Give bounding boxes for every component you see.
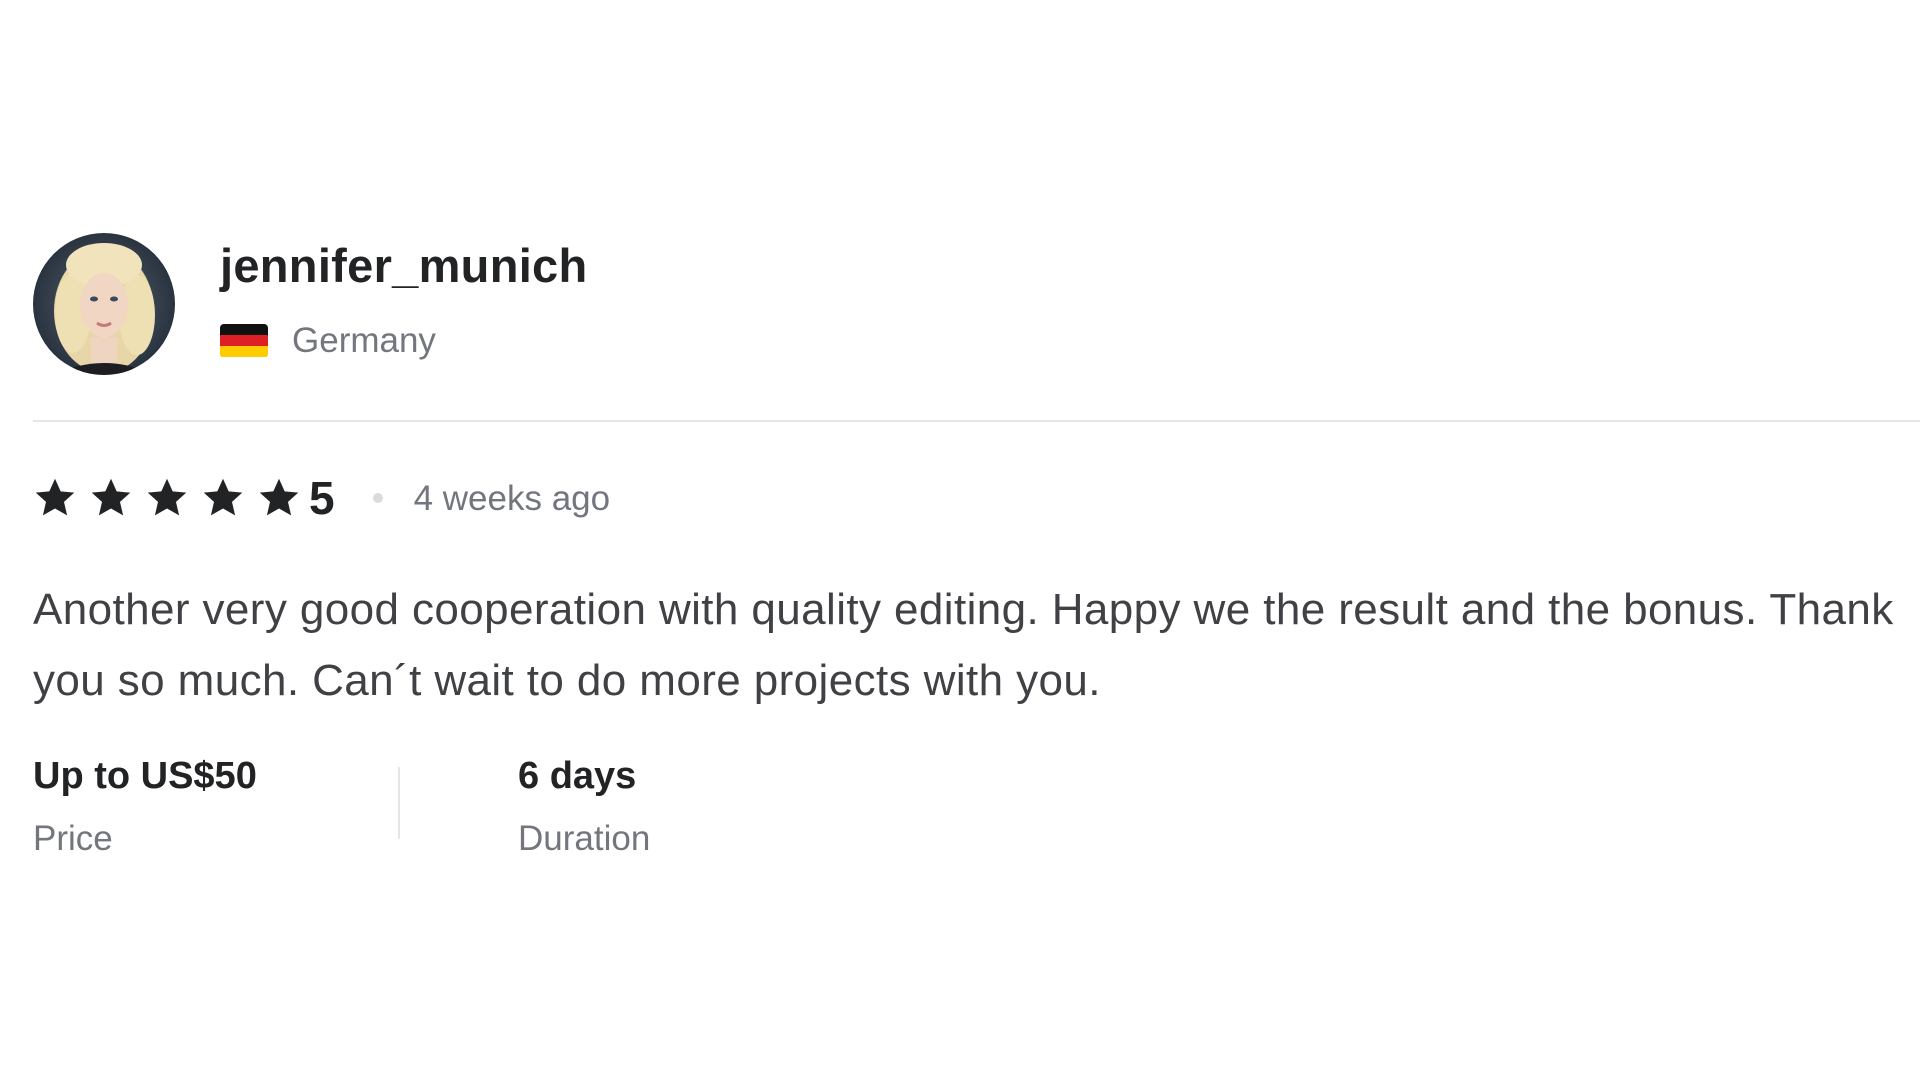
star-icon bbox=[147, 478, 187, 516]
duration-meta: 6 days Duration bbox=[518, 757, 650, 856]
price-value: Up to US$50 bbox=[33, 755, 257, 797]
price-meta: Up to US$50 Price bbox=[33, 757, 398, 856]
star-icon bbox=[91, 478, 131, 516]
reviewer-info: jennifer_munich Germany bbox=[220, 242, 588, 358]
reviewer-country: Germany bbox=[292, 321, 436, 360]
review-meta: Up to US$50 Price 6 days Duration bbox=[33, 757, 1920, 856]
star-icon bbox=[35, 478, 75, 516]
reviewer-username[interactable]: jennifer_munich bbox=[220, 242, 588, 289]
review-text: Another very good cooperation with quali… bbox=[33, 585, 1894, 705]
star-rating bbox=[33, 476, 301, 520]
reviewer-header: jennifer_munich Germany bbox=[33, 233, 1920, 375]
country-row: Germany bbox=[220, 323, 588, 358]
rating-value: 5 bbox=[309, 472, 335, 524]
duration-value: 6 days bbox=[518, 755, 637, 797]
avatar-image bbox=[33, 233, 175, 375]
dot-separator bbox=[372, 493, 383, 503]
duration-label: Duration bbox=[518, 819, 651, 858]
review-card: jennifer_munich Germany 5 4 weeks ago An… bbox=[33, 233, 1920, 856]
header-divider bbox=[33, 420, 1920, 422]
star-icon bbox=[259, 478, 299, 516]
avatar[interactable] bbox=[33, 233, 175, 375]
review-time-ago: 4 weeks ago bbox=[413, 478, 611, 518]
germany-flag-icon bbox=[220, 323, 268, 358]
price-label: Price bbox=[33, 819, 113, 858]
meta-divider bbox=[398, 767, 400, 839]
rating-row: 5 4 weeks ago bbox=[33, 474, 1920, 522]
star-icon bbox=[203, 478, 243, 516]
